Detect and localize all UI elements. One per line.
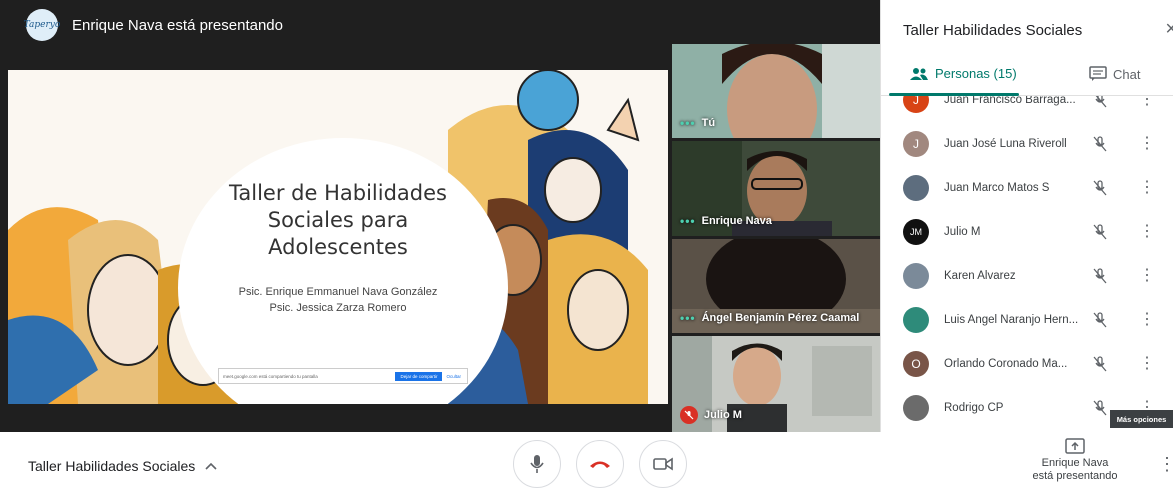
avatar [903, 307, 929, 333]
participant-tile-angel[interactable]: ••• Ángel Benjamín Pérez Caamal [672, 239, 880, 333]
presentation-stage: Taperyo Enrique Nava está presentando Ta… [0, 0, 880, 432]
share-message: meet.google.com está compartiendo tu pan… [223, 373, 318, 379]
more-vert-icon[interactable]: ⋮ [1139, 356, 1155, 372]
camera-icon [653, 457, 673, 471]
avatar [903, 395, 929, 421]
mic-off-icon [1095, 96, 1107, 108]
more-vert-icon[interactable]: ⋮ [1139, 96, 1155, 108]
more-vert-icon[interactable]: ⋮ [1139, 136, 1155, 152]
tile-name-text: Enrique Nava [701, 215, 772, 227]
presenter-avatar: Taperyo [23, 9, 61, 41]
avatar: J [903, 131, 929, 157]
avatar: J [903, 96, 929, 113]
panel-tabs: Personas (15) Chat [881, 56, 1173, 96]
list-item[interactable]: J Juan Francisco Barraga... ⋮ [881, 96, 1173, 122]
mic-off-icon [680, 406, 698, 424]
speaking-icon: ••• [680, 116, 696, 130]
tile-name: ••• Ángel Benjamín Pérez Caamal [680, 311, 859, 325]
avatar [903, 175, 929, 201]
tab-chat-label: Chat [1113, 66, 1141, 82]
tile-name-text: Tú [701, 117, 716, 129]
participant-tile-enrique[interactable]: ••• Enrique Nava [672, 141, 880, 236]
avatar: O [903, 351, 929, 377]
hangup-icon [590, 461, 610, 468]
participant-name: Julio M [944, 226, 981, 238]
list-item[interactable]: O Orlando Coronado Ma... ⋮ [881, 342, 1173, 386]
participant-name: Juan Francisco Barraga... [944, 96, 1076, 106]
more-vert-icon[interactable]: ⋮ [1139, 224, 1155, 240]
participant-name: Karen Alvarez [944, 270, 1016, 282]
list-item[interactable]: Luis Angel Naranjo Hern... ⋮ [881, 298, 1173, 342]
participant-name: Juan Marco Matos S [944, 182, 1050, 194]
tab-people-label: Personas (15) [935, 66, 1017, 81]
camera-button[interactable] [639, 440, 687, 488]
participant-name: Rodrigo CP [944, 402, 1004, 414]
more-options-tooltip: Más opciones [1110, 410, 1173, 428]
participant-list: J Juan Francisco Barraga... ⋮ J Juan Jos… [881, 96, 1173, 432]
more-vert-icon[interactable]: ⋮ [1139, 312, 1155, 328]
meeting-name-label: Taller Habilidades Sociales [28, 458, 196, 474]
stop-sharing-button[interactable]: Dejar de compartir [395, 371, 443, 381]
slide-subtitle: Psic. Enrique Emmanuel Nava González Psi… [198, 284, 478, 316]
meeting-details-button[interactable]: Taller Habilidades Sociales [28, 458, 217, 474]
tab-chat[interactable]: Chat [1089, 66, 1140, 82]
more-vert-icon[interactable]: ⋮ [1158, 454, 1173, 475]
speaking-icon: ••• [680, 311, 696, 325]
tile-name-text: Julio M [704, 409, 742, 421]
participant-tile-julio[interactable]: Julio M [672, 336, 880, 432]
panel-title: Taller Habilidades Sociales [903, 22, 1083, 39]
mic-off-icon [1093, 268, 1107, 284]
hide-button[interactable]: Ocultar [446, 374, 461, 379]
presenting-label-1: Enrique Nava [1041, 457, 1109, 469]
presenter-bar: Taperyo Enrique Nava está presentando [0, 0, 880, 50]
presenting-label-2: está presentando [1032, 470, 1118, 482]
mic-icon [530, 455, 544, 473]
tab-people[interactable]: Personas (15) [909, 66, 1017, 81]
participant-name: Luis Angel Naranjo Hern... [944, 314, 1079, 326]
mic-off-icon [1093, 356, 1107, 372]
mic-off-icon [1093, 224, 1107, 240]
mic-off-icon [1093, 180, 1107, 196]
mic-off-icon [1093, 400, 1107, 416]
hangup-button[interactable] [576, 440, 624, 488]
list-item[interactable]: JM Julio M ⋮ [881, 210, 1173, 254]
participant-tile-you[interactable]: ••• Tú [672, 44, 880, 138]
screen-share-bar: meet.google.com está compartiendo tu pan… [218, 368, 468, 384]
participant-name: Orlando Coronado Ma... [944, 358, 1068, 370]
tile-name: ••• Enrique Nava [680, 214, 772, 228]
chevron-up-icon [205, 462, 217, 470]
avatar-text: Taperyo [23, 20, 61, 30]
slide-author-1: Psic. Enrique Emmanuel Nava González [238, 286, 438, 298]
slide-title: Taller de Habilidades Sociales para Adol… [229, 181, 447, 259]
chat-icon [1089, 66, 1107, 81]
mic-off-icon [1093, 312, 1107, 328]
more-vert-icon[interactable]: ⋮ [1139, 268, 1155, 284]
shared-slide: Taller de Habilidades Sociales para Adol… [8, 70, 668, 404]
list-item[interactable]: Karen Alvarez ⋮ [881, 254, 1173, 298]
list-item[interactable]: J Juan José Luna Riveroll ⋮ [881, 122, 1173, 166]
side-panel: Taller Habilidades Sociales × Personas (… [880, 0, 1173, 432]
presenting-button[interactable]: Enrique Nava está presentando [1020, 438, 1130, 483]
bottom-bar: Taller Habilidades Sociales Enrique Nava… [0, 432, 1173, 488]
participant-name: Juan José Luna Riveroll [944, 138, 1067, 150]
tile-name-text: Ángel Benjamín Pérez Caamal [701, 312, 860, 324]
tile-name: Julio M [680, 406, 742, 424]
people-icon [910, 67, 928, 80]
presenter-text: Enrique Nava está presentando [72, 16, 283, 34]
more-vert-icon[interactable]: ⋮ [1139, 180, 1155, 196]
mic-button[interactable] [513, 440, 561, 488]
avatar: JM [903, 219, 929, 245]
mic-off-icon [1093, 136, 1107, 152]
tile-name: ••• Tú [680, 116, 715, 130]
slide-author-2: Psic. Jessica Zarza Romero [269, 302, 407, 314]
list-item[interactable]: Juan Marco Matos S ⋮ [881, 166, 1173, 210]
present-icon [1065, 438, 1085, 454]
close-icon[interactable]: × [1165, 18, 1173, 41]
speaking-icon: ••• [680, 214, 696, 228]
avatar [903, 263, 929, 289]
